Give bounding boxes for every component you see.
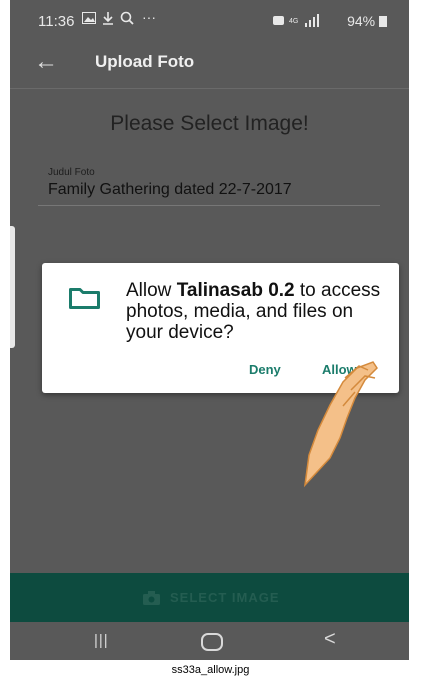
- back-arrow-icon[interactable]: ←: [34, 48, 58, 76]
- app-name: Talinasab 0.2: [176, 280, 295, 301]
- battery-icon: [379, 16, 387, 27]
- select-image-label: SELECT IMAGE: [170, 590, 280, 605]
- select-image-button[interactable]: SELECT IMAGE: [10, 573, 409, 622]
- camera-icon: [143, 591, 160, 605]
- status-bar: 11:36 ··· 4G 94%: [10, 0, 409, 44]
- status-time: 11:36: [38, 13, 75, 30]
- image-caption: ss33a_allow.jpg: [171, 664, 250, 676]
- photo-title-label: Judul Foto: [48, 167, 95, 178]
- permission-message: Allow Talinasab 0.2 to access photos, me…: [126, 280, 381, 343]
- app-bar: ← Upload Foto: [10, 44, 409, 88]
- app-bar-divider: [10, 88, 409, 89]
- image-icon: [82, 11, 96, 27]
- folder-icon: [69, 288, 100, 309]
- signal-icons: 4G: [273, 14, 320, 27]
- status-right: 4G 94%: [273, 13, 387, 29]
- back-icon[interactable]: <: [324, 628, 336, 651]
- home-icon[interactable]: [201, 633, 223, 651]
- edge-panel-handle[interactable]: [10, 226, 15, 348]
- input-underline: [38, 205, 380, 206]
- search-icon: [120, 11, 134, 28]
- recent-apps-icon[interactable]: |||: [94, 632, 109, 649]
- phone-screen: 11:36 ··· 4G 94% ← Upload Foto Please Se…: [10, 0, 409, 660]
- select-image-heading: Please Select Image!: [110, 112, 309, 135]
- page-title: Upload Foto: [95, 52, 195, 71]
- pointing-hand-annotation: [303, 361, 378, 488]
- deny-button[interactable]: Deny: [249, 362, 281, 377]
- photo-title-input[interactable]: Family Gathering dated 22-7-2017: [48, 181, 292, 199]
- battery-percent: 94%: [347, 13, 376, 29]
- svg-text:4G: 4G: [289, 18, 298, 25]
- more-icon: ···: [142, 9, 156, 25]
- download-icon: [102, 11, 114, 28]
- navigation-bar: ||| <: [10, 622, 409, 660]
